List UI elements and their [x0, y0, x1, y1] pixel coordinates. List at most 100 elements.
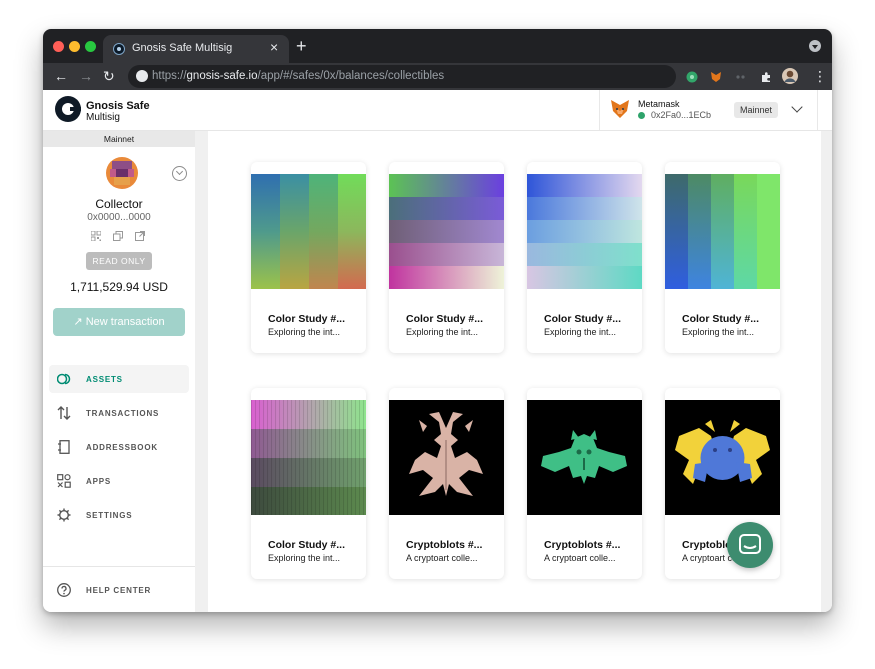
- read-only-badge: READ ONLY: [86, 252, 152, 270]
- cryptoblot-3-svg: [665, 400, 780, 515]
- collectible-card[interactable]: Cryptoblots #... A cryptoart colle...: [389, 388, 504, 579]
- tab-close-icon[interactable]: ×: [270, 40, 278, 54]
- sidebar-item-label: ASSETS: [86, 375, 123, 384]
- safe-address-actions: [90, 228, 151, 242]
- sidebar-item-label: SETTINGS: [86, 511, 133, 520]
- tab-title: Gnosis Safe Multisig: [132, 42, 233, 54]
- collectible-description: Exploring the int...: [544, 327, 617, 337]
- assets-icon: [56, 372, 71, 386]
- safe-name: Collector: [95, 197, 143, 211]
- collectible-card[interactable]: Color Study #... Exploring the int...: [389, 162, 504, 353]
- transactions-icon: [57, 406, 71, 420]
- collectible-title: Color Study #...: [268, 313, 346, 325]
- color-study-1-art: [251, 174, 366, 289]
- forward-button[interactable]: →: [79, 68, 93, 84]
- logo-title: Gnosis Safe: [86, 100, 150, 112]
- color-study-2-art: [389, 174, 504, 289]
- cryptoblot-3-art: [665, 400, 780, 515]
- color-study-5-art: [251, 400, 366, 515]
- browser-window: Gnosis Safe Multisig × + ← → ↻ https://g…: [43, 29, 832, 612]
- tab-search-icon[interactable]: [809, 40, 821, 52]
- extension-green-icon[interactable]: [686, 70, 698, 83]
- tab-strip: Gnosis Safe Multisig × +: [43, 29, 832, 63]
- settings-icon: [57, 508, 71, 522]
- sidebar-item-addressbook[interactable]: ADDRESSBOOK: [49, 433, 189, 461]
- profile-avatar[interactable]: [782, 68, 798, 84]
- sidebar-footer: HELP CENTER: [43, 566, 195, 612]
- network-label: Mainnet: [43, 131, 195, 147]
- collectible-title: Cryptoblots #...: [544, 539, 621, 551]
- reload-button[interactable]: ↻: [103, 68, 115, 84]
- color-study-4-art: [665, 174, 780, 289]
- help-center-link[interactable]: HELP CENTER: [49, 576, 189, 604]
- extensions-puzzle-icon[interactable]: [760, 70, 772, 82]
- apps-icon: [57, 474, 71, 488]
- address-bar[interactable]: https://gnosis-safe.io/app/#/safes/0x/ba…: [128, 65, 676, 88]
- browser-menu-button[interactable]: ⋮: [813, 68, 827, 84]
- collectible-title: Color Study #...: [406, 313, 484, 325]
- sidebar-item-assets[interactable]: ASSETS: [49, 365, 189, 393]
- sidebar-item-label: TRANSACTIONS: [86, 409, 160, 418]
- new-transaction-button[interactable]: ↗ New transaction: [53, 308, 185, 336]
- browser-tab[interactable]: Gnosis Safe Multisig ×: [103, 35, 289, 63]
- collectible-card[interactable]: Color Study #... Exploring the int...: [665, 162, 780, 353]
- new-tab-button[interactable]: +: [296, 37, 307, 55]
- color-study-2-svg: [389, 174, 504, 289]
- browser-toolbar: ← → ↻ https://gnosis-safe.io/app/#/safes…: [43, 63, 832, 90]
- back-button[interactable]: ←: [54, 68, 68, 84]
- color-study-4-svg: [665, 174, 780, 289]
- wallet-name: Metamask: [638, 99, 680, 109]
- metamask-extension-icon[interactable]: [710, 70, 722, 82]
- color-study-1-svg: [251, 174, 366, 289]
- sidebar-item-settings[interactable]: SETTINGS: [49, 501, 189, 529]
- site-info-icon[interactable]: [136, 70, 148, 82]
- app-header: Gnosis Safe Multisig Metamask 0x2Fa0...1…: [43, 90, 832, 131]
- collectible-description: Exploring the int...: [268, 327, 341, 337]
- collectible-title: Color Study #...: [682, 313, 760, 325]
- sidebar-item-label: ADDRESSBOOK: [86, 443, 158, 452]
- wallet-connection[interactable]: Metamask 0x2Fa0...1ECb Mainnet: [599, 90, 818, 130]
- color-study-3-svg: [527, 174, 642, 289]
- help-center-label: HELP CENTER: [86, 586, 152, 595]
- cryptoblot-1-art: [389, 400, 504, 515]
- qr-code-icon[interactable]: [90, 228, 102, 242]
- sidebar-item-transactions[interactable]: TRANSACTIONS: [49, 399, 189, 427]
- sidebar-item-apps[interactable]: APPS: [49, 467, 189, 495]
- collectible-description: Exploring the int...: [268, 553, 341, 563]
- wallet-address: 0x2Fa0...1ECb: [651, 110, 712, 120]
- color-study-5-svg: [251, 400, 366, 515]
- sidebar-item-label: APPS: [86, 477, 111, 486]
- collectible-title: Color Study #...: [268, 539, 346, 551]
- connected-status-icon: [638, 112, 645, 119]
- sidebar: Mainnet Collector 0x0000...0000 READ ONL…: [43, 131, 196, 612]
- collectible-card[interactable]: Cryptoblots #... A cryptoart colle...: [527, 388, 642, 579]
- collectible-description: Exploring the int...: [682, 327, 755, 337]
- cryptoblot-2-svg: [527, 400, 642, 515]
- addressbook-icon: [57, 440, 71, 454]
- chevron-down-icon[interactable]: [791, 101, 803, 113]
- collectible-description: Exploring the int...: [406, 327, 479, 337]
- cryptoblot-2-art: [527, 400, 642, 515]
- extension-dots-icon[interactable]: [735, 70, 747, 82]
- support-chat-button[interactable]: [727, 522, 773, 568]
- copy-icon[interactable]: [113, 228, 123, 241]
- gnosis-logo-icon[interactable]: [55, 96, 81, 122]
- collectible-description: A cryptoart colle...: [544, 553, 616, 563]
- metamask-fox-icon: [610, 99, 630, 119]
- logo-subtitle: Multisig: [86, 112, 120, 123]
- collectible-card[interactable]: Color Study #... Exploring the int...: [527, 162, 642, 353]
- collectible-card[interactable]: Color Study #... Exploring the int...: [251, 388, 366, 579]
- collectible-title: Color Study #...: [544, 313, 622, 325]
- collectible-description: A cryptoart colle...: [406, 553, 478, 563]
- close-window-button[interactable]: [53, 41, 64, 52]
- url-text: https://gnosis-safe.io/app/#/safes/0x/ba…: [152, 70, 445, 82]
- collectible-title: Cryptoblots #...: [406, 539, 483, 551]
- collectible-card[interactable]: Color Study #... Exploring the int...: [251, 162, 366, 353]
- gnosis-favicon-icon: [113, 43, 125, 55]
- minimize-window-button[interactable]: [69, 41, 80, 52]
- external-link-icon[interactable]: [135, 228, 145, 241]
- safe-details-chevron-icon[interactable]: [172, 166, 187, 181]
- safe-avatar: [106, 157, 138, 189]
- maximize-window-button[interactable]: [85, 41, 96, 52]
- chat-bubble-icon: [739, 534, 761, 554]
